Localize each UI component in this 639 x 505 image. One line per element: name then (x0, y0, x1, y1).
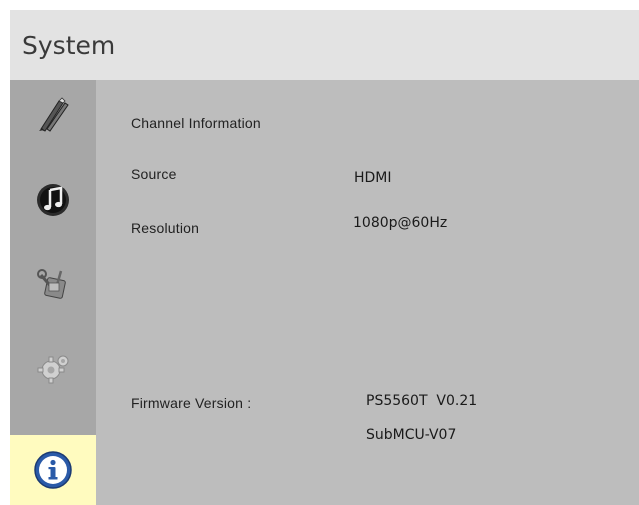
resolution-label: Resolution (131, 220, 200, 236)
resolution-value: 1080p@60Hz (353, 215, 448, 231)
info-icon (34, 451, 72, 489)
section-title: Channel Information (131, 115, 261, 131)
gear-icon (37, 355, 69, 384)
source-label: Source (131, 166, 177, 182)
tools-icon (37, 269, 66, 299)
pencil-brush-icon (39, 97, 69, 132)
sidebar-item-sound[interactable] (10, 165, 96, 235)
title-bar: System (10, 10, 639, 80)
sidebar-item-picture[interactable] (10, 80, 96, 150)
info-content: Channel Information Source HDMI Resoluti… (96, 80, 639, 505)
firmware-value: PS5560T V0.21 (366, 393, 478, 409)
sidebar-item-information[interactable] (10, 435, 96, 505)
source-value: HDMI (354, 170, 392, 186)
osd-menu: System Channel Information Source HDMI R… (10, 10, 639, 505)
firmware-label: Firmware Version : (131, 395, 252, 411)
music-note-icon (37, 184, 69, 216)
sidebar-item-advanced[interactable] (10, 335, 96, 405)
sidebar (10, 80, 96, 505)
sidebar-item-setup[interactable] (10, 250, 96, 320)
submcu-value: SubMCU-V07 (366, 427, 457, 443)
page-title: System (22, 31, 116, 60)
